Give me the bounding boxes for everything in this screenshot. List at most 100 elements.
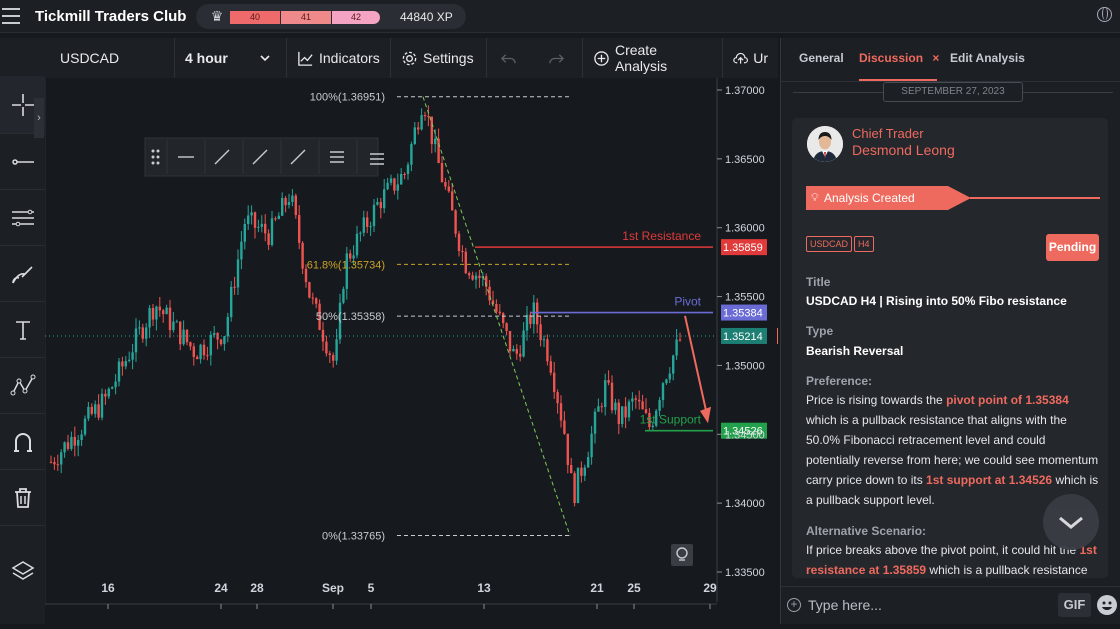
price-badge-label: 1.35859	[723, 242, 763, 254]
layers-tool[interactable]	[0, 543, 45, 599]
settings-button[interactable]: Settings	[391, 38, 487, 78]
candle	[138, 320, 141, 335]
candle	[573, 471, 576, 507]
pattern-tool[interactable]	[0, 358, 45, 414]
channel-tool[interactable]	[0, 190, 45, 246]
redo-button[interactable]	[535, 38, 583, 78]
candle	[376, 197, 379, 206]
crosshair-tool[interactable]: ›	[0, 76, 45, 138]
candle-body	[366, 217, 369, 227]
indicators-button[interactable]: Indicators	[287, 38, 391, 78]
scroll-down-button[interactable]	[1043, 494, 1099, 550]
candle	[389, 174, 393, 186]
candle	[386, 177, 389, 191]
candle-body	[386, 182, 389, 190]
candle	[512, 345, 515, 352]
candle	[172, 312, 175, 333]
candle	[321, 321, 325, 351]
candle-body	[389, 178, 393, 183]
candle-body	[213, 333, 216, 335]
candle-body	[474, 275, 478, 280]
emoji-icon[interactable]	[1097, 595, 1117, 615]
drawing-toolbar: ›	[0, 38, 45, 624]
undo-button[interactable]	[487, 38, 535, 78]
globe-icon[interactable]	[1097, 7, 1112, 22]
author-name[interactable]: Desmond Leong	[852, 142, 955, 158]
attach-plus-icon[interactable]: +	[787, 598, 801, 612]
message-input[interactable]	[808, 594, 1048, 616]
candle-body	[134, 328, 138, 353]
candle	[556, 389, 559, 414]
candle-body	[267, 233, 270, 245]
interval-dropdown[interactable]: 4 hour	[175, 38, 287, 78]
chart-canvas[interactable]: 100%(1.36951) 61.8%(1.35734) 50%(1.35358) 0…	[44, 78, 779, 624]
candle	[148, 305, 151, 339]
price-chart[interactable]: 100%(1.36951) 61.8%(1.35734) 50%(1.35358) 0…	[44, 78, 779, 624]
time-tick-label: 28	[250, 581, 264, 595]
candle	[525, 306, 529, 341]
title-label: Title	[806, 275, 831, 289]
candle	[355, 225, 359, 259]
candle-body	[410, 143, 413, 165]
candle	[583, 464, 586, 482]
hamburger-menu-icon[interactable]	[2, 8, 20, 24]
gif-button[interactable]: GIF	[1058, 593, 1091, 617]
candle	[111, 386, 114, 390]
candle	[403, 172, 406, 180]
candle-body	[376, 202, 379, 205]
candle-body	[576, 467, 580, 504]
upload-button[interactable]: Ur	[723, 38, 778, 78]
candle	[206, 346, 209, 361]
candle-body	[427, 115, 430, 117]
candle-body	[298, 215, 301, 243]
candle-body	[471, 275, 474, 280]
undo-icon	[500, 53, 516, 63]
candle	[668, 367, 671, 384]
candle	[440, 156, 444, 183]
tab-discussion[interactable]: Discussion ×	[859, 51, 939, 65]
rank-badge-icon: ♛	[210, 8, 224, 24]
magnet-tool[interactable]	[0, 414, 45, 470]
candle	[243, 218, 246, 250]
candle	[100, 388, 104, 421]
magnet-icon	[13, 432, 32, 452]
analysis-lightbulb-icon	[671, 544, 693, 566]
author-role: Chief Trader	[852, 126, 924, 141]
line-tool[interactable]	[0, 134, 45, 190]
status-badge: Pending	[1046, 234, 1099, 261]
time-tick-label: 29	[703, 581, 717, 595]
candle-body	[209, 334, 212, 356]
symbol-selector[interactable]: USDCAD	[45, 38, 175, 78]
expand-chevron-icon[interactable]: ›	[34, 98, 44, 138]
candle-body	[94, 404, 97, 414]
candle-body	[308, 282, 311, 298]
candle	[542, 335, 546, 348]
text-tool[interactable]	[0, 302, 45, 358]
candle	[196, 355, 199, 360]
upload-label: Ur	[753, 50, 768, 66]
preference-label: Preference:	[806, 374, 873, 388]
candle	[641, 394, 644, 410]
time-tick-label: 16	[101, 581, 115, 595]
delete-tool[interactable]	[0, 470, 45, 526]
xp-bar-level-2: 41	[281, 11, 331, 24]
create-analysis-button[interactable]: Create Analysis	[583, 38, 723, 78]
app-title: Tickmill Traders Club	[35, 8, 187, 25]
candle	[182, 320, 185, 346]
candle-body	[60, 452, 63, 465]
candle-body	[104, 393, 107, 397]
tab-edit-analysis[interactable]: Edit Analysis	[950, 51, 1025, 65]
tab-general[interactable]: General	[799, 51, 844, 65]
candle	[393, 177, 396, 195]
brush-tool[interactable]	[0, 246, 45, 302]
candle-body	[607, 380, 610, 383]
candle-body	[281, 198, 284, 216]
chart-toolbar: USDCAD 4 hour Indicators Settings Create…	[45, 38, 778, 78]
candle	[83, 415, 87, 437]
candle	[638, 390, 641, 410]
candle	[236, 249, 240, 295]
close-icon[interactable]: ×	[932, 51, 939, 65]
candle	[270, 211, 274, 247]
drawing-float-toolbar[interactable]	[144, 137, 384, 177]
candle-body	[284, 198, 287, 206]
